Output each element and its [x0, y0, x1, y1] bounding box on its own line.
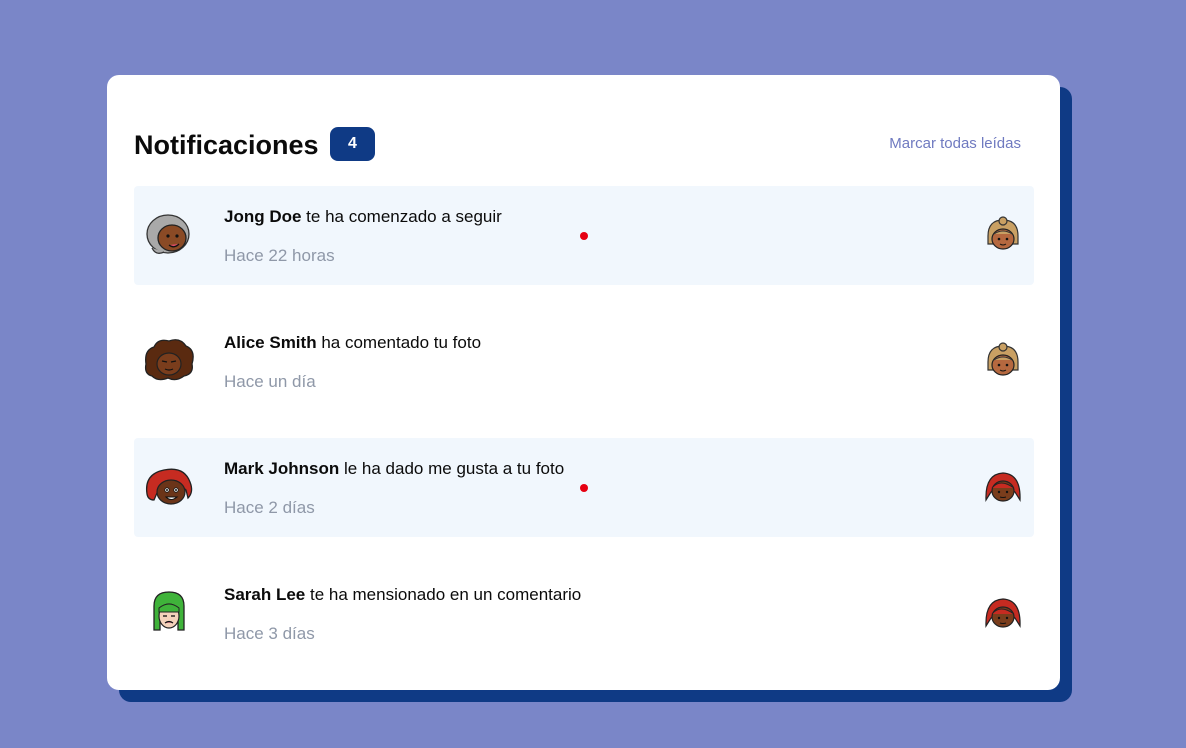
notification-message: Mark Johnson le ha dado me gusta a tu fo…	[224, 458, 924, 480]
notification-item[interactable]: Alice Smith ha comentado tu foto Hace un…	[134, 312, 1034, 411]
unread-dot	[580, 484, 588, 492]
blonde-face-thumb-icon	[987, 216, 1019, 250]
notification-texts: Jong Doe te ha comenzado a seguir Hace 2…	[224, 206, 924, 267]
notification-item[interactable]: Mark Johnson le ha dado me gusta a tu fo…	[134, 438, 1034, 537]
notification-texts: Mark Johnson le ha dado me gusta a tu fo…	[224, 458, 924, 519]
page-title: Notificaciones	[134, 130, 319, 160]
notification-author[interactable]: Alice Smith	[224, 333, 317, 352]
notifications-header: Notificaciones 4 Marcar todas leídas	[134, 127, 1021, 163]
red-hair-face-thumb-icon	[985, 598, 1021, 628]
notification-time: Hace un día	[224, 372, 316, 391]
notification-item[interactable]: Jong Doe te ha comenzado a seguir Hace 2…	[134, 186, 1034, 285]
notification-time: Hace 3 días	[224, 624, 315, 643]
notification-item[interactable]: Sarah Lee te ha mensionado en un comenta…	[134, 564, 1034, 663]
notification-texts: Alice Smith ha comentado tu foto Hace un…	[224, 332, 924, 393]
notification-message: Alice Smith ha comentado tu foto	[224, 332, 924, 354]
notification-author[interactable]: Mark Johnson	[224, 459, 339, 478]
notification-action: te ha comenzado a seguir	[301, 207, 502, 226]
notification-message: Jong Doe te ha comenzado a seguir	[224, 206, 924, 228]
unread-dot	[580, 232, 588, 240]
curly-brown-hair-avatar-icon	[144, 339, 194, 381]
notification-author[interactable]: Sarah Lee	[224, 585, 305, 604]
green-hair-avatar-icon	[153, 591, 185, 631]
notification-action: le ha dado me gusta a tu foto	[339, 459, 565, 478]
notification-action: ha comentado tu foto	[316, 333, 482, 352]
notifications-card: Notificaciones 4 Marcar todas leídas Jon…	[107, 75, 1060, 690]
notification-message: Sarah Lee te ha mensionado en un comenta…	[224, 584, 924, 606]
notification-author[interactable]: Jong Doe	[224, 207, 301, 226]
notification-time: Hace 22 horas	[224, 246, 335, 265]
blonde-face-thumb-icon	[987, 342, 1019, 376]
mark-all-read-button[interactable]: Marcar todas leídas	[889, 135, 1021, 152]
unread-count-badge: 4	[330, 127, 375, 161]
red-hair-avatar-icon	[145, 468, 193, 505]
notification-texts: Sarah Lee te ha mensionado en un comenta…	[224, 584, 924, 645]
notification-time: Hace 2 días	[224, 498, 315, 517]
red-hair-face-thumb-icon	[985, 472, 1021, 502]
notification-action: te ha mensionado en un comentario	[305, 585, 582, 604]
gray-hair-avatar-icon	[146, 214, 190, 254]
